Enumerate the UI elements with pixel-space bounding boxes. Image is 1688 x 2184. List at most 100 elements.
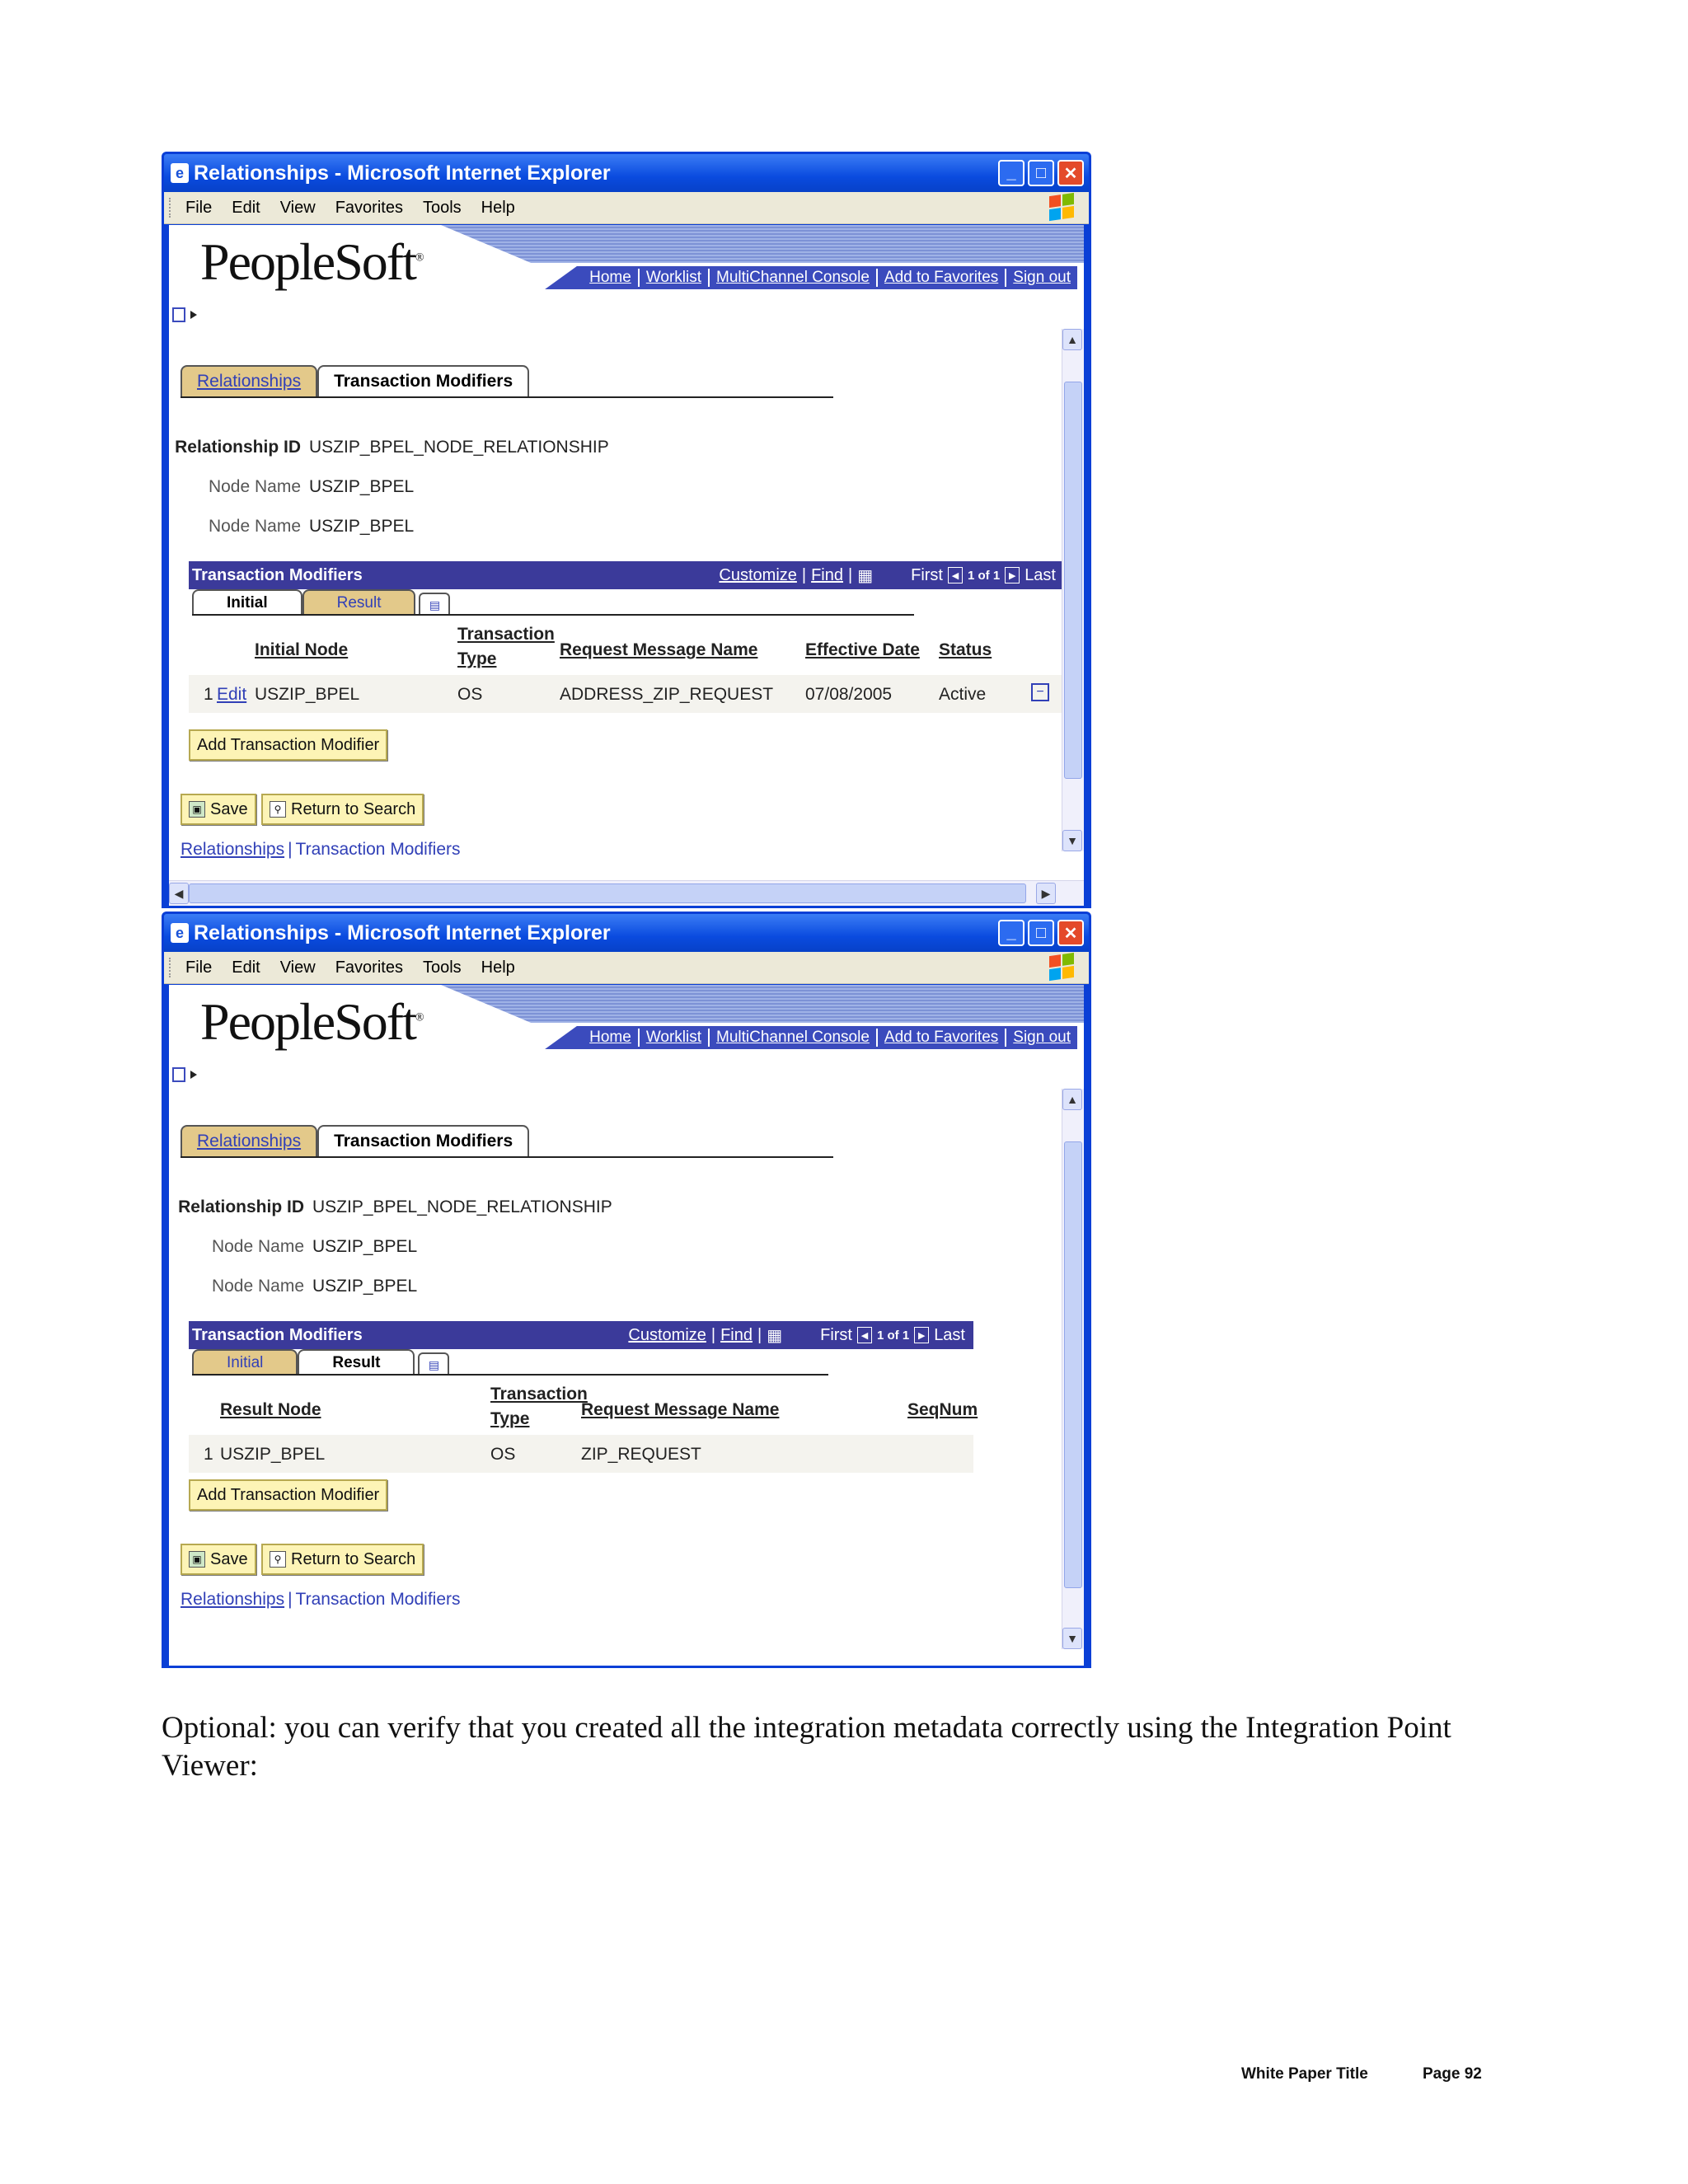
return-to-search-button[interactable]: ⚲ Return to Search xyxy=(261,1544,424,1575)
nav-add-to-favorites[interactable]: Add to Favorites xyxy=(875,269,1005,287)
col-status[interactable]: Status xyxy=(939,640,992,660)
tab-transaction-modifiers[interactable]: Transaction Modifiers xyxy=(317,1125,530,1156)
menu-favorites[interactable]: Favorites xyxy=(335,199,403,218)
nav-worklist[interactable]: Worklist xyxy=(637,1029,708,1047)
initial-node-value: USZIP_BPEL xyxy=(255,685,360,704)
close-icon[interactable]: ✕ xyxy=(1057,920,1084,946)
link-transaction-modifiers[interactable]: Transaction Modifiers xyxy=(296,1590,461,1609)
tab-relationships[interactable]: Relationships xyxy=(181,365,318,396)
delete-row-icon[interactable]: − xyxy=(1031,683,1049,701)
nav-add-to-favorites[interactable]: Add to Favorites xyxy=(875,1029,1005,1047)
menu-help[interactable]: Help xyxy=(481,199,515,218)
scroll-thumb[interactable] xyxy=(1064,1141,1082,1588)
horizontal-scroll-thumb[interactable] xyxy=(189,883,1026,903)
save-button[interactable]: ▣ Save xyxy=(181,794,256,825)
col-result-node[interactable]: Result Node xyxy=(220,1400,321,1420)
toolbar-grip-icon xyxy=(169,958,174,977)
col-effective-date[interactable]: Effective Date xyxy=(805,640,920,660)
node-name-label: Node Name xyxy=(208,477,301,496)
subtab-initial[interactable]: Initial xyxy=(192,1349,298,1376)
col-request-message-name[interactable]: Request Message Name xyxy=(581,1400,779,1420)
save-label: Save xyxy=(210,799,248,818)
scroll-down-icon[interactable]: ▼ xyxy=(1062,830,1082,851)
nav-home[interactable]: Home xyxy=(583,269,638,287)
tab-transaction-modifiers[interactable]: Transaction Modifiers xyxy=(317,365,530,396)
menu-tools[interactable]: Tools xyxy=(423,199,462,218)
horizontal-scrollbar[interactable]: ◀ ▶ xyxy=(169,880,1084,906)
customize-link[interactable]: Customize xyxy=(628,1326,706,1345)
tab-relationships[interactable]: Relationships xyxy=(181,1125,318,1156)
tab-divider xyxy=(181,396,833,398)
save-button[interactable]: ▣ Save xyxy=(181,1544,256,1575)
scroll-right-icon[interactable]: ▶ xyxy=(1036,883,1056,904)
edit-link[interactable]: Edit xyxy=(217,685,246,705)
window-title: Relationships - Microsoft Internet Explo… xyxy=(194,161,611,185)
nav-sign-out[interactable]: Sign out xyxy=(1005,1029,1077,1047)
subtab-initial[interactable]: Initial xyxy=(192,589,302,616)
scroll-up-icon[interactable]: ▲ xyxy=(1062,1089,1082,1110)
nav-multichannel-console[interactable]: MultiChannel Console xyxy=(708,1029,876,1047)
menu-favorites[interactable]: Favorites xyxy=(335,958,403,977)
previous-icon[interactable]: ◀ xyxy=(948,567,963,583)
last-label: Last xyxy=(1025,565,1056,584)
maximize-icon[interactable]: □ xyxy=(1028,160,1054,186)
vertical-scrollbar[interactable]: ▲ ▼ xyxy=(1062,329,1084,851)
menu-file[interactable]: File xyxy=(185,958,212,977)
menu-tools[interactable]: Tools xyxy=(423,958,462,977)
peoplesoft-logo: PeopleSoft® xyxy=(200,232,424,291)
row-count: 1 of 1 xyxy=(968,568,1001,583)
node-name-value: USZIP_BPEL xyxy=(312,1237,418,1256)
previous-icon[interactable]: ◀ xyxy=(857,1327,872,1343)
minimize-icon[interactable]: _ xyxy=(998,920,1025,946)
subtab-result[interactable]: Result xyxy=(302,589,416,616)
window-titlebar: e Relationships - Microsoft Internet Exp… xyxy=(164,154,1089,192)
menu-edit[interactable]: Edit xyxy=(232,958,260,977)
find-link[interactable]: Find xyxy=(720,1326,753,1345)
nav-sign-out[interactable]: Sign out xyxy=(1005,269,1077,287)
col-transaction-type[interactable]: Transaction Type xyxy=(490,1382,588,1432)
minimize-icon[interactable]: _ xyxy=(998,160,1025,186)
scroll-left-icon[interactable]: ◀ xyxy=(169,883,189,904)
next-icon[interactable]: ▶ xyxy=(914,1327,930,1343)
scroll-up-icon[interactable]: ▲ xyxy=(1062,329,1082,350)
maximize-icon[interactable]: □ xyxy=(1028,920,1054,946)
menu-help[interactable]: Help xyxy=(481,958,515,977)
show-all-columns-icon[interactable]: ▤ xyxy=(419,593,451,616)
link-relationships[interactable]: Relationships xyxy=(181,840,284,859)
vertical-scrollbar[interactable]: ▲ ▼ xyxy=(1062,1089,1084,1649)
download-grid-icon[interactable]: ▦ xyxy=(857,565,873,586)
show-all-columns-icon[interactable]: ▤ xyxy=(418,1352,450,1376)
menu-view[interactable]: View xyxy=(280,958,316,977)
link-relationships[interactable]: Relationships xyxy=(181,1590,284,1609)
close-icon[interactable]: ✕ xyxy=(1057,160,1084,186)
add-transaction-modifier-button[interactable]: Add Transaction Modifier xyxy=(189,1479,388,1511)
download-grid-icon[interactable]: ▦ xyxy=(767,1325,782,1346)
col-request-message-name[interactable]: Request Message Name xyxy=(560,640,757,660)
add-transaction-modifier-button[interactable]: Add Transaction Modifier xyxy=(189,729,388,761)
subtab-result[interactable]: Result xyxy=(298,1349,415,1376)
find-link[interactable]: Find xyxy=(811,566,843,585)
tab-divider xyxy=(181,1156,833,1158)
link-transaction-modifiers[interactable]: Transaction Modifiers xyxy=(296,840,461,859)
col-seqnum[interactable]: SeqNum xyxy=(907,1400,978,1420)
nav-multichannel-console[interactable]: MultiChannel Console xyxy=(708,269,876,287)
customize-link[interactable]: Customize xyxy=(719,566,796,585)
menu-toggle-icon[interactable] xyxy=(172,307,197,322)
first-label: First xyxy=(820,1325,852,1344)
scroll-down-icon[interactable]: ▼ xyxy=(1062,1628,1082,1649)
return-to-search-button[interactable]: ⚲ Return to Search xyxy=(261,794,424,825)
col-transaction-type[interactable]: Transaction Type xyxy=(457,622,555,672)
menu-file[interactable]: File xyxy=(185,199,212,218)
menu-bar: File Edit View Favorites Tools Help xyxy=(164,192,1089,224)
nav-home[interactable]: Home xyxy=(583,1029,638,1047)
window-titlebar: e Relationships - Microsoft Internet Exp… xyxy=(164,914,1089,952)
menu-toggle-icon[interactable] xyxy=(172,1067,197,1082)
menu-edit[interactable]: Edit xyxy=(232,199,260,218)
nav-worklist[interactable]: Worklist xyxy=(637,269,708,287)
scroll-thumb[interactable] xyxy=(1064,382,1082,779)
col-initial-node[interactable]: Initial Node xyxy=(255,640,348,660)
relationship-id-label: Relationship ID xyxy=(175,438,301,457)
menu-view[interactable]: View xyxy=(280,199,316,218)
next-icon[interactable]: ▶ xyxy=(1005,567,1020,583)
row-number: 1 xyxy=(204,685,213,704)
